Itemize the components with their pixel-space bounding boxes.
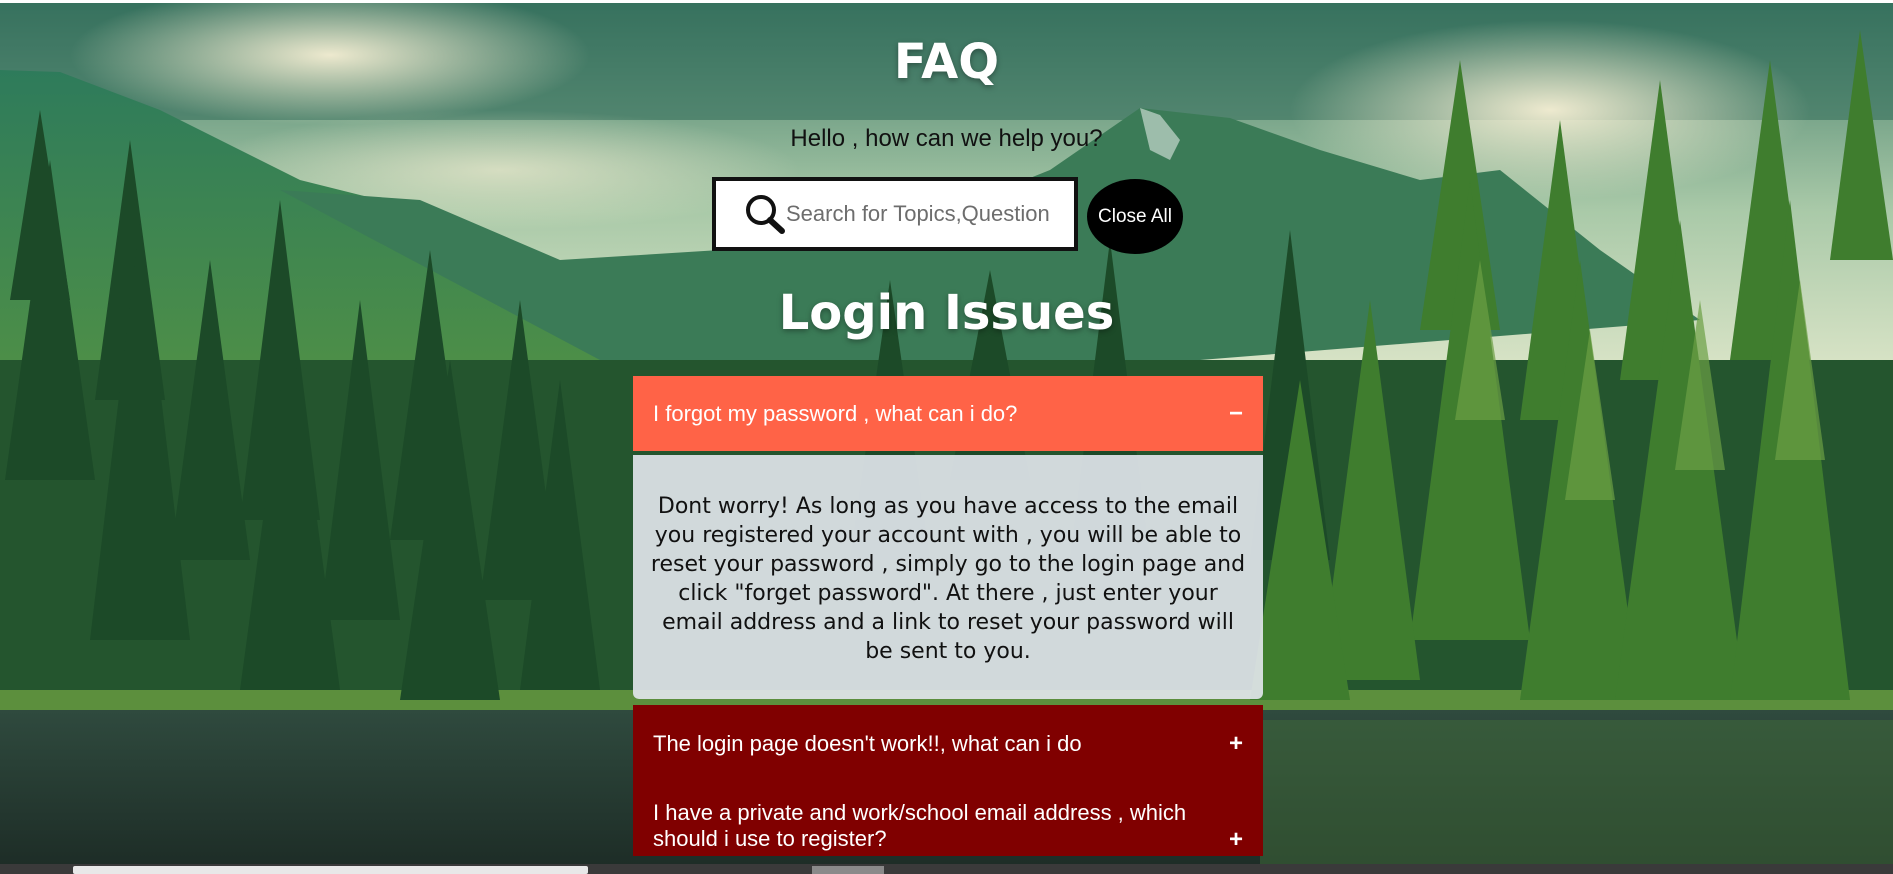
faq-question-2[interactable]: The login page doesn't work!!, what can … [633,705,1263,782]
faq-question-3[interactable]: I have a private and work/school email a… [633,782,1263,856]
faq-page: FAQ Hello , how can we help you? Close A… [0,0,1893,874]
search-bar[interactable] [712,177,1078,251]
faq-question-text: The login page doesn't work!!, what can … [653,730,1082,756]
expand-icon[interactable]: + [1229,731,1243,756]
faq-question-text: I have a private and work/school email a… [653,800,1187,851]
page-title: FAQ [893,34,1000,90]
scrollbar-marker [812,866,884,874]
section-title: Login Issues [778,285,1115,341]
faq-answer-1: Dont worry! As long as you have access t… [633,455,1263,699]
search-input[interactable] [786,201,1056,227]
faq-question-1[interactable]: I forgot my password , what can i do? − [633,376,1263,451]
close-all-button[interactable]: Close All [1087,179,1183,254]
collapse-icon[interactable]: − [1229,401,1243,426]
help-subtitle: Hello , how can we help you? [790,125,1103,152]
search-icon [746,195,785,234]
horizontal-scrollbar-thumb[interactable] [73,866,588,874]
faq-question-text: I forgot my password , what can i do? [653,400,1018,426]
expand-icon[interactable]: + [1229,828,1243,852]
